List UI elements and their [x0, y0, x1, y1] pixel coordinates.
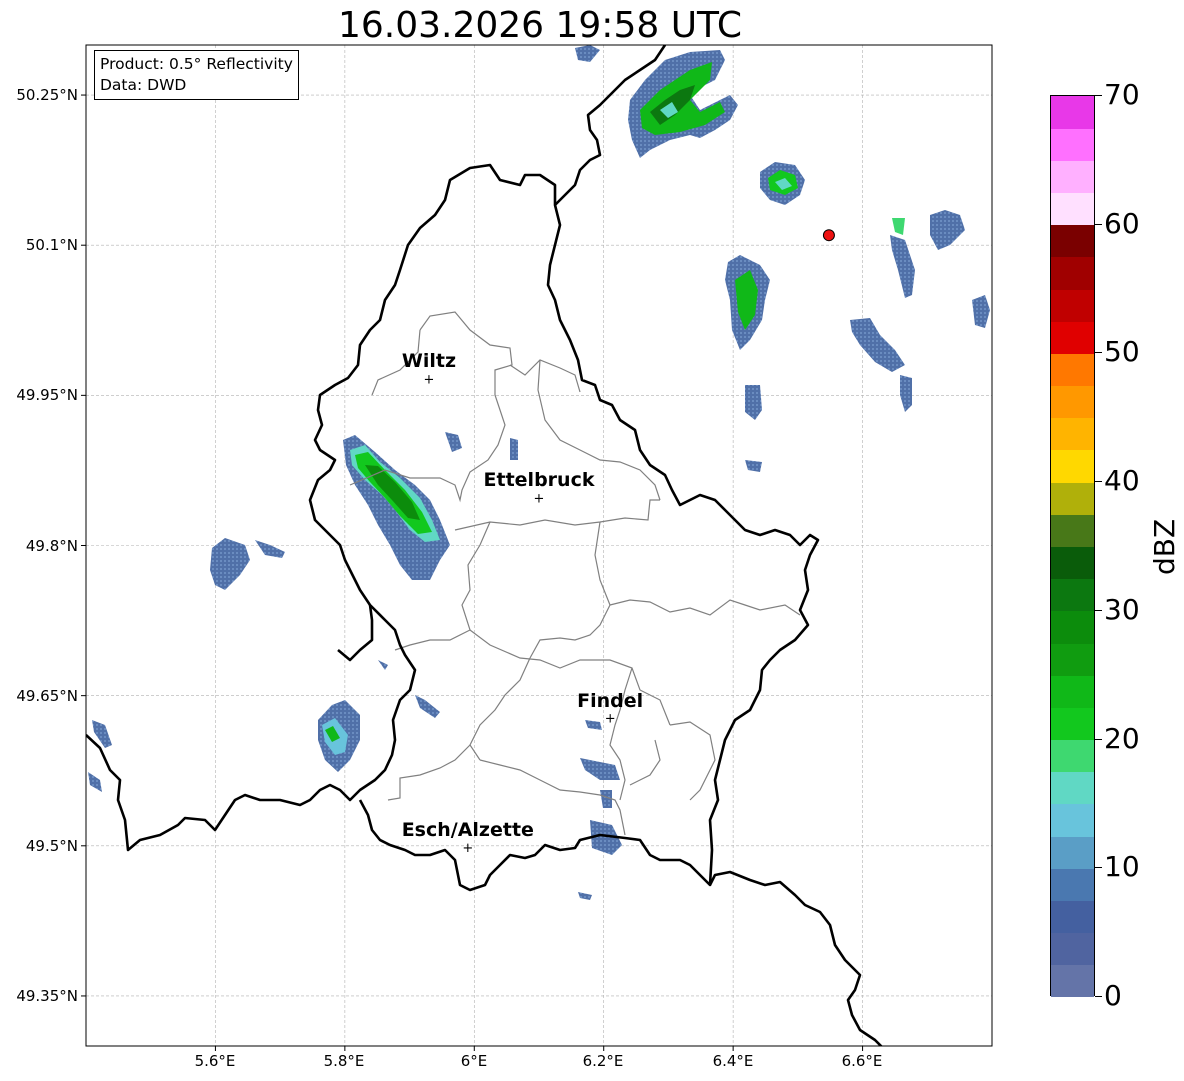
colorbar-tick	[1095, 352, 1102, 354]
colorbar-tick-label: 10	[1104, 850, 1140, 884]
map-title: 16.03.2026 19:58 UTC	[337, 5, 743, 46]
colorbar-segment	[1051, 803, 1094, 837]
colorbar-segment	[1051, 771, 1094, 805]
colorbar-label: dBZ	[1148, 518, 1181, 575]
colorbar-tick-label: 30	[1104, 592, 1140, 626]
colorbar-segment	[1051, 417, 1094, 451]
echo-cell	[745, 385, 762, 420]
lon-label: 5.6°E	[194, 1052, 236, 1070]
echo-cell	[510, 438, 518, 460]
colorbar-segment	[1051, 128, 1094, 161]
echo-cell	[378, 660, 388, 670]
colorbar-tick-label: 0	[1104, 979, 1122, 1012]
colorbar-segment	[1051, 96, 1094, 129]
colorbar-segment	[1051, 739, 1094, 773]
city-marker: +	[424, 372, 435, 387]
colorbar-tick-label: 40	[1104, 464, 1140, 498]
echo-cell	[585, 720, 602, 730]
city-label: Esch/Alzette	[401, 818, 534, 841]
echo-cell	[930, 210, 965, 250]
echo-cell	[850, 318, 905, 372]
colorbar-tick-label: 60	[1104, 206, 1140, 240]
radar-map: + + + +	[81, 44, 993, 1051]
colorbar-segment	[1051, 321, 1094, 354]
colorbar-segment	[1051, 578, 1094, 612]
city-label: Ettelbruck	[483, 469, 595, 492]
lat-label: 49.8°N	[25, 537, 78, 555]
colorbar-tick-label: 70	[1104, 78, 1140, 111]
echo-cell	[745, 460, 762, 472]
colorbar-segment	[1051, 675, 1094, 708]
colorbar-segment	[1051, 482, 1094, 515]
lat-label: 49.5°N	[25, 837, 78, 855]
echo-cell	[255, 540, 285, 558]
lon-label: 5.8°E	[323, 1052, 365, 1070]
echo-cell	[900, 375, 912, 412]
lat-label: 50.25°N	[16, 86, 78, 104]
colorbar-segment	[1051, 836, 1094, 869]
colorbar-segment	[1051, 932, 1094, 966]
lat-label: 49.65°N	[16, 687, 78, 705]
lat-label: 49.35°N	[16, 987, 78, 1005]
echo-cell	[892, 218, 905, 235]
echo-cell	[580, 758, 620, 780]
colorbar-segment	[1051, 868, 1094, 901]
colorbar	[1050, 95, 1095, 998]
lon-label: 6.2°E	[582, 1052, 624, 1070]
lon-label: 6°E	[460, 1052, 488, 1070]
city-marker: +	[605, 712, 616, 727]
colorbar-segment	[1051, 353, 1094, 387]
radar-site-marker	[822, 229, 835, 242]
echo-cell	[210, 538, 250, 590]
city-marker: +	[462, 841, 473, 856]
country-borders	[86, 45, 883, 1046]
city-label: Wiltz	[401, 350, 457, 373]
colorbar-segment	[1051, 449, 1094, 483]
colorbar-tick	[1095, 996, 1102, 997]
info-box: Product: 0.5° Reflectivity Data: DWD	[94, 50, 299, 100]
colorbar-tick-label: 50	[1104, 335, 1140, 369]
echo-cell	[890, 235, 915, 298]
lon-label: 6.4°E	[712, 1052, 754, 1070]
colorbar-segment	[1051, 256, 1094, 290]
echo-cell	[88, 772, 102, 792]
echo-cell	[415, 695, 440, 718]
data-source-text: Data: DWD	[100, 76, 187, 94]
colorbar-tick	[1095, 223, 1102, 225]
product-text: Product: 0.5° Reflectivity	[100, 55, 293, 73]
colorbar-segment	[1051, 643, 1094, 676]
city-label: Findel	[577, 689, 644, 712]
echo-cell	[972, 295, 990, 328]
colorbar-tick	[1095, 481, 1102, 483]
echo-cell	[445, 432, 462, 452]
colorbar-segment	[1051, 514, 1094, 547]
lat-label: 50.1°N	[25, 236, 78, 254]
echo-cell	[578, 892, 592, 900]
lon-label: 6.6°E	[841, 1052, 883, 1070]
colorbar-tick-label: 20	[1104, 721, 1140, 755]
axis-ticks	[81, 94, 864, 1051]
colorbar-segment	[1051, 385, 1094, 419]
colorbar-segment	[1051, 964, 1094, 998]
colorbar-segment	[1051, 160, 1094, 194]
colorbar-tick	[1095, 95, 1102, 96]
colorbar-segment	[1051, 224, 1094, 258]
city-marker: +	[534, 491, 545, 506]
colorbar-segment	[1051, 546, 1094, 580]
colorbar-segment	[1051, 289, 1094, 322]
colorbar-segment	[1051, 610, 1094, 644]
colorbar-tick	[1095, 609, 1102, 611]
colorbar-tick	[1095, 867, 1102, 869]
colorbar-segment	[1051, 192, 1094, 226]
colorbar-tick	[1095, 738, 1102, 740]
colorbar-segment	[1051, 900, 1094, 934]
colorbar-segment	[1051, 707, 1094, 741]
lat-label: 49.95°N	[16, 386, 78, 404]
